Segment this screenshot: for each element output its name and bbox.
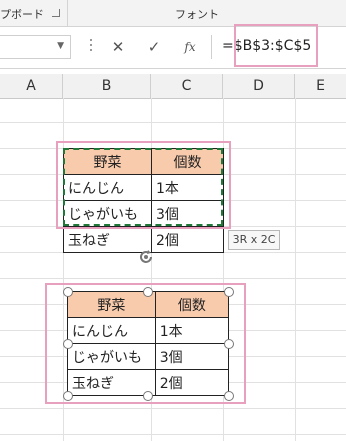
column-header-a[interactable]: A — [0, 74, 63, 98]
formula-highlight-box — [234, 24, 318, 67]
column-header-c[interactable]: C — [151, 74, 223, 98]
resize-handle-left[interactable] — [63, 339, 73, 349]
enter-button[interactable]: ✓ — [142, 36, 166, 58]
linked-highlight-box — [45, 283, 246, 404]
resize-handle-bottom-left[interactable] — [63, 391, 73, 401]
grid-line — [295, 98, 296, 441]
resize-handle-bottom-right[interactable] — [224, 391, 234, 401]
resize-handle-top-right[interactable] — [224, 287, 234, 297]
resize-handle-bottom[interactable] — [143, 391, 153, 401]
name-box[interactable]: ▼ — [0, 35, 71, 59]
ribbon: プボード フォント — [0, 0, 346, 27]
formula-bar-divider — [211, 35, 212, 59]
grid-line — [0, 408, 346, 409]
insert-function-button[interactable]: fx — [178, 36, 202, 58]
drag-handle-icon[interactable] — [89, 39, 93, 55]
source-highlight-box — [56, 141, 231, 229]
ribbon-separator — [67, 0, 68, 26]
column-header-d[interactable]: D — [223, 74, 295, 98]
table-cell[interactable]: 2個 — [151, 226, 224, 253]
cancel-button[interactable]: ✕ — [106, 36, 130, 58]
column-header-e[interactable]: E — [295, 74, 346, 98]
grid-line — [0, 434, 346, 435]
chevron-down-icon[interactable]: ▼ — [57, 41, 64, 51]
column-headers: A B C D E — [0, 74, 346, 99]
grid-line — [0, 278, 346, 279]
selection-size-tooltip: 3R x 2C — [228, 230, 280, 250]
clipboard-group-label: プボード — [0, 8, 44, 21]
resize-handle-right[interactable] — [224, 339, 234, 349]
font-group-label: フォント — [175, 8, 219, 21]
grid-line — [0, 122, 346, 123]
resize-handle-top[interactable] — [143, 287, 153, 297]
column-header-b[interactable]: B — [63, 74, 151, 98]
clipboard-launcher-icon[interactable] — [52, 9, 60, 17]
resize-handle-top-left[interactable] — [63, 287, 73, 297]
rotate-handle-icon[interactable] — [137, 248, 155, 266]
